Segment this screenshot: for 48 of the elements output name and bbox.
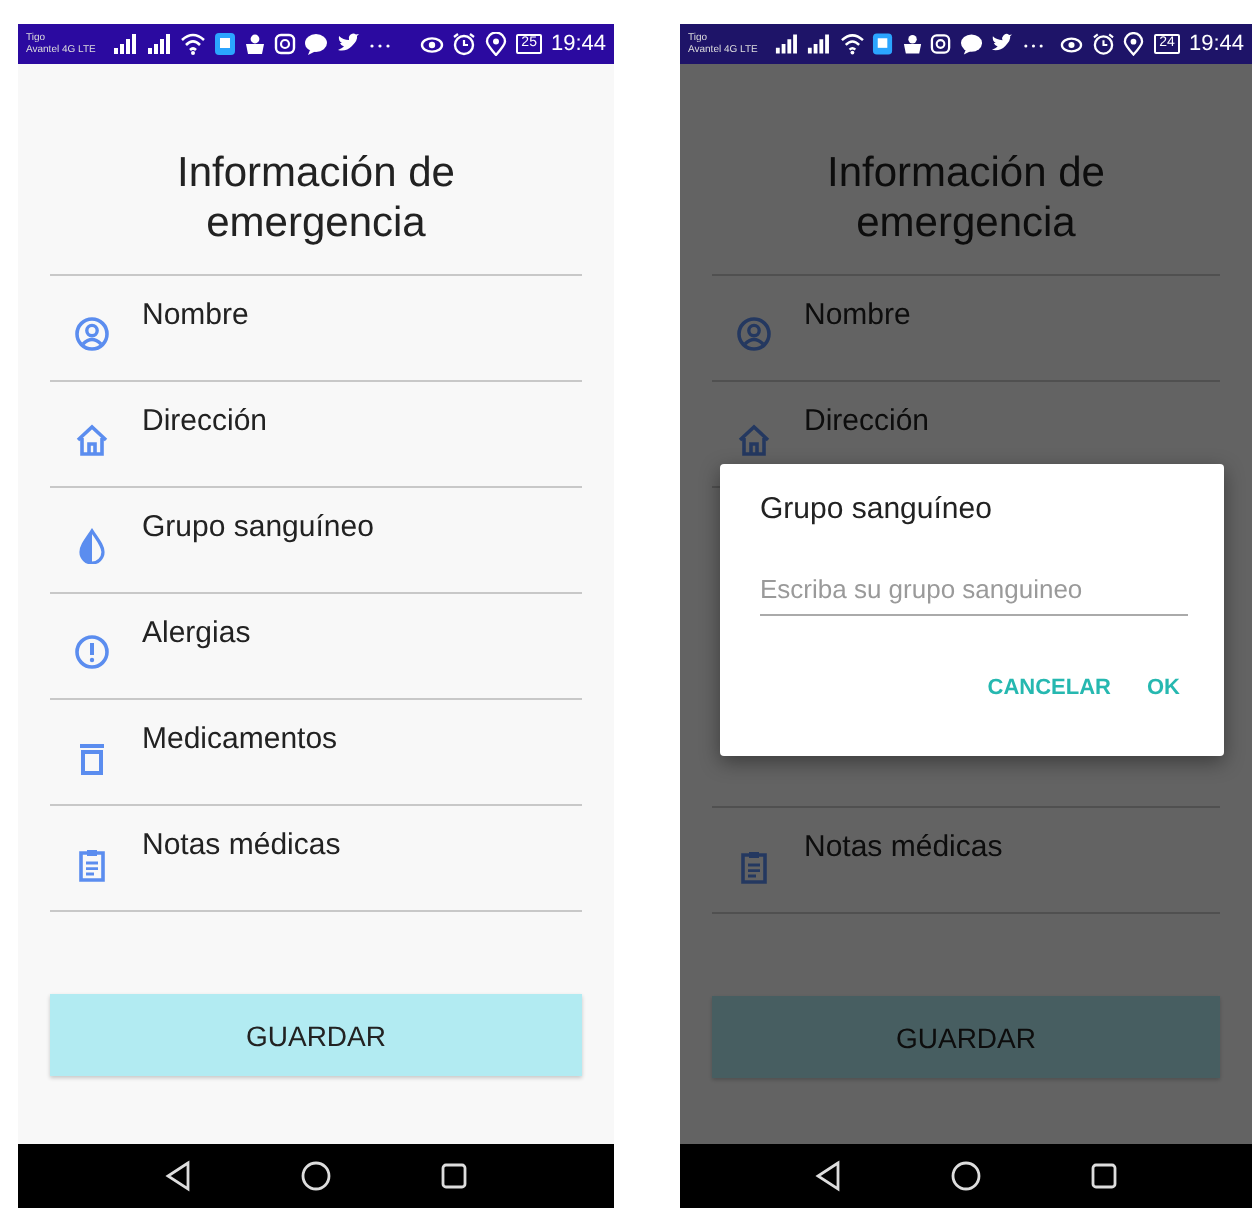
chat-bubble-icon: [959, 32, 983, 56]
wifi-icon: [179, 32, 206, 56]
clipboard-icon: [736, 848, 772, 884]
recents-icon[interactable]: [440, 1162, 468, 1190]
field-label[interactable]: Nombre: [142, 298, 249, 332]
camera-icon: [930, 32, 952, 56]
drop-icon: [74, 528, 110, 564]
bird-icon: [990, 32, 1014, 56]
clock-time: 19:44: [1188, 32, 1244, 56]
person-icon: [736, 316, 772, 352]
screen-title: Información de emergencia: [825, 148, 1107, 250]
signal-icon: [806, 32, 832, 56]
camera-icon: [273, 32, 296, 56]
house-icon: [736, 422, 772, 458]
bin-icon: [74, 740, 110, 776]
signal-icon: [773, 32, 799, 56]
clipboard-icon: [74, 846, 110, 882]
field-label[interactable]: Dirección: [142, 404, 268, 438]
person-icon: [74, 316, 110, 352]
house-icon: [74, 422, 110, 458]
bird-icon: [335, 32, 360, 56]
dialog-title: Grupo sanguíneo: [760, 492, 994, 526]
signal-icon: [145, 32, 172, 56]
signal-icon: [111, 32, 138, 56]
field-label[interactable]: Notas médicas: [142, 828, 341, 862]
alert-icon: [74, 634, 110, 670]
home-icon[interactable]: [300, 1160, 332, 1192]
eye-icon: [1060, 32, 1084, 56]
eye-icon: [419, 32, 444, 56]
field-label[interactable]: Medicamentos: [142, 722, 338, 756]
text-field[interactable]: Escriba su grupo sanguineo: [760, 570, 1188, 616]
chat-bubble-icon: [303, 32, 328, 56]
back-icon[interactable]: [164, 1160, 192, 1192]
recents-icon[interactable]: [1090, 1162, 1118, 1190]
app-icon: [872, 32, 894, 56]
screen-title: Información de emergencia: [175, 148, 457, 250]
wifi-icon: [839, 32, 865, 56]
alarm-icon: [1091, 32, 1115, 56]
field-label[interactable]: Grupo sanguíneo: [142, 510, 374, 544]
back-icon[interactable]: [814, 1160, 842, 1192]
clock-time: 19:44: [550, 32, 606, 56]
alarm-icon: [451, 32, 476, 56]
home-icon[interactable]: [950, 1160, 982, 1192]
location-icon: [1122, 32, 1146, 56]
app-icon: [213, 32, 236, 56]
save-button[interactable]: GUARDAR: [50, 994, 582, 1076]
field-label[interactable]: Alergias: [142, 616, 251, 650]
location-icon: [483, 32, 508, 56]
